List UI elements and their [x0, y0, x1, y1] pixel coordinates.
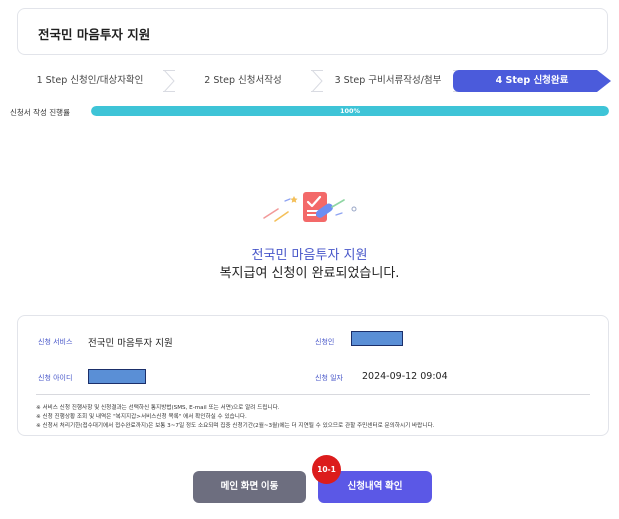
step-indicator: 1 Step 신청인/대상자확인 2 Step 신청서작성 3 Step 구비서…	[17, 70, 611, 92]
completed-service-name: 전국민 마음투자 지원	[251, 248, 368, 263]
applicant-redacted	[351, 331, 403, 346]
notice-line: ※ 서비스 신청 진행사항 및 신청결과는 선택하신 통지방법(SMS, E-m…	[36, 405, 280, 411]
id-label: 신청 아이디	[38, 374, 73, 382]
step-badge: 10-1	[312, 455, 341, 484]
progress-label: 신청서 작성 진행률	[10, 108, 70, 117]
completion-illustration-icon	[263, 192, 357, 222]
step-separator-icon	[311, 70, 323, 92]
step-separator-icon	[163, 70, 175, 92]
applicant-label: 신청인	[315, 338, 335, 346]
step-3: 3 Step 구비서류작성/첨부	[323, 70, 453, 92]
completion-message: 복지급여 신청이 완료되었습니다.	[219, 266, 400, 281]
service-value: 전국민 마음투자 지원	[88, 338, 173, 349]
page-title: 전국민 마음투자 지원	[38, 27, 151, 42]
notice-line: ※ 신청서 처리기한(접수대기에서 접수완료까지)은 보통 3~7일 정도 소요…	[36, 423, 435, 429]
step-4-active: 4 Step 신청완료	[453, 70, 611, 92]
main-screen-button[interactable]: 메인 화면 이동	[193, 471, 306, 503]
page-title-card: 전국민 마음투자 지원	[17, 8, 608, 55]
notice-line: ※ 신청 진행상황 조회 및 내역은 "복지지갑>서비스신청 목록" 에서 확인…	[36, 414, 247, 420]
divider	[36, 394, 590, 395]
progress-bar: 100%	[91, 106, 609, 116]
id-redacted	[88, 369, 146, 384]
progress-value: 100%	[339, 107, 361, 115]
step-1: 1 Step 신청인/대상자확인	[17, 70, 163, 92]
service-label: 신청 서비스	[38, 338, 73, 346]
date-label: 신청 일자	[315, 374, 343, 382]
date-value: 2024-09-12 09:04	[362, 371, 448, 382]
step-2: 2 Step 신청서작성	[175, 70, 311, 92]
application-info-card: 신청 서비스 전국민 마음투자 지원 신청인 신청 아이디 신청 일자 2024…	[17, 315, 609, 436]
